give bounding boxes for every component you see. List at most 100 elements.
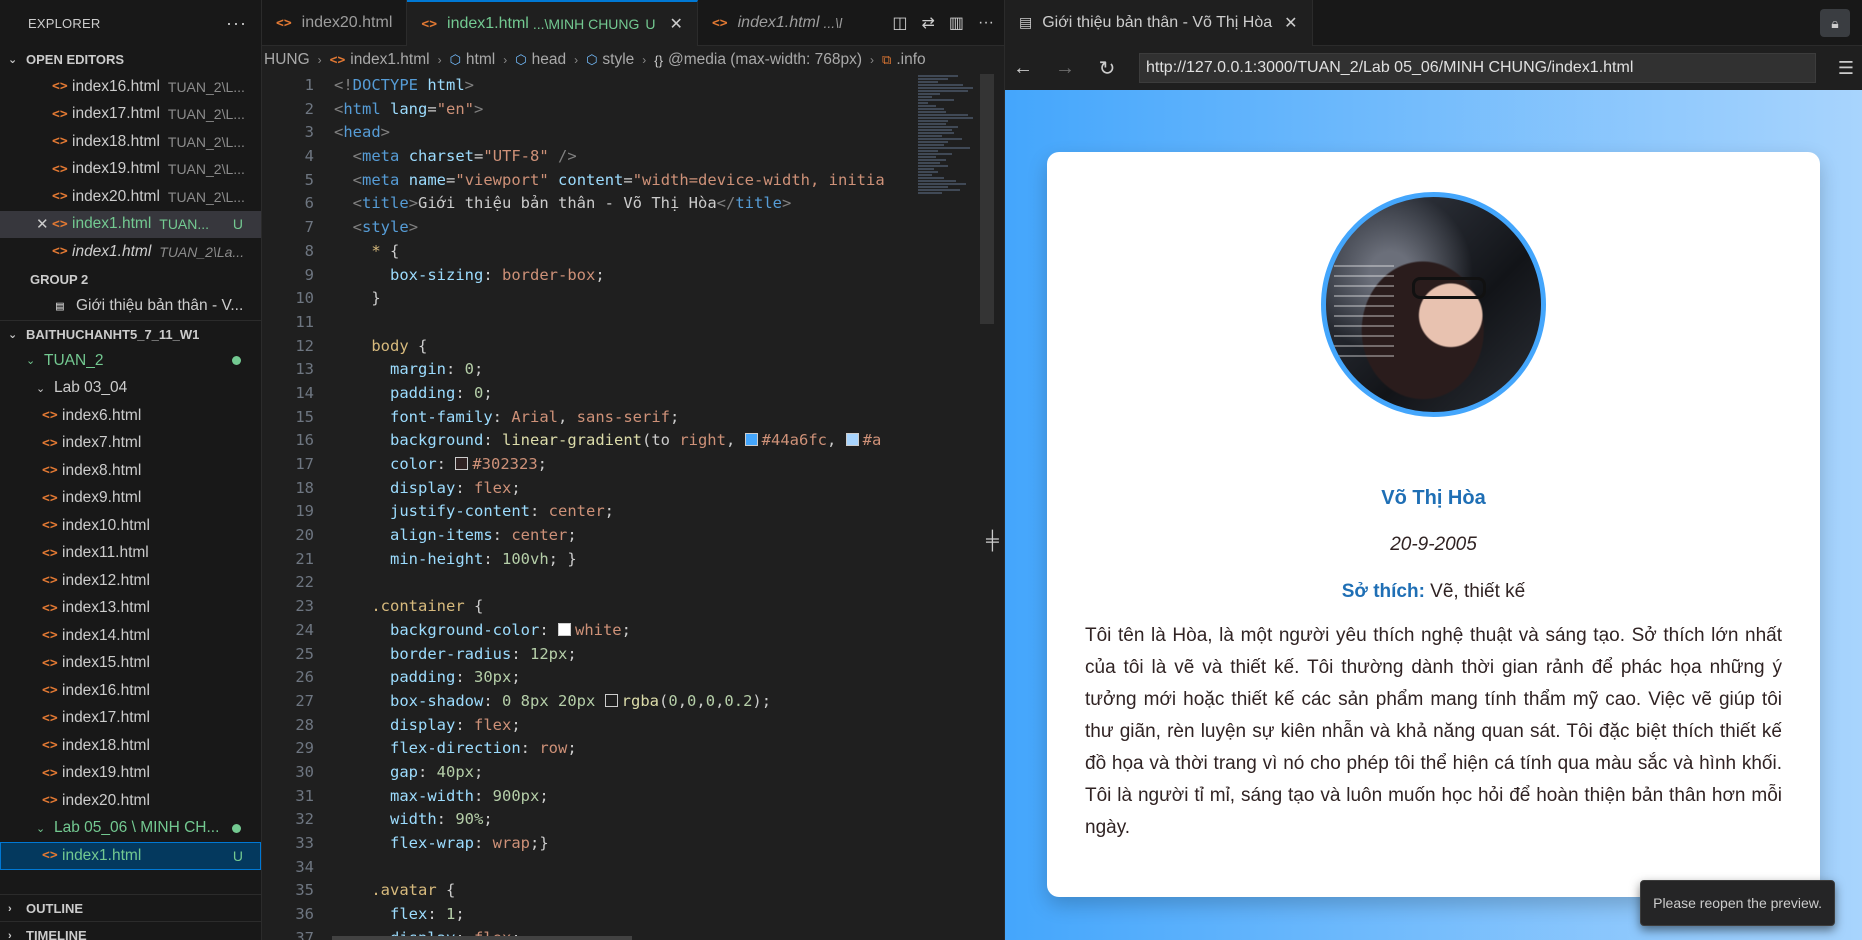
file-name: index1.html	[72, 242, 152, 260]
breadcrumb-item[interactable]: index1.html	[350, 51, 429, 69]
file-name: index18.html	[72, 132, 160, 150]
tab-index1[interactable]: <> index1.html ...\l	[698, 0, 856, 46]
open-editor-item-active[interactable]: ✕ <> index1.html TUAN... U	[0, 210, 261, 238]
breadcrumb-item[interactable]: style	[602, 51, 634, 69]
open-editor-item[interactable]: <> index1.html TUAN_2\La...	[0, 238, 261, 266]
folder-tuan2[interactable]: ⌄ TUAN_2	[0, 347, 261, 375]
breadcrumb-item[interactable]: @media (max-width: 768px)	[668, 51, 862, 69]
line-number: 28	[295, 715, 314, 734]
html-file-icon: <>	[52, 79, 68, 95]
line-number: 16	[295, 431, 314, 450]
file-item-selected[interactable]: <> index1.html U	[0, 842, 261, 870]
more-actions-icon[interactable]: ···	[978, 14, 994, 32]
open-preview-icon[interactable]: ◫	[892, 13, 907, 33]
html-file-icon: <>	[52, 161, 68, 177]
tab-index20[interactable]: <> index20.html	[262, 0, 408, 46]
file-name: index8.html	[62, 461, 142, 479]
file-item[interactable]: <> index6.html	[0, 402, 261, 430]
lock-icon[interactable]: 🔒︎	[1820, 9, 1850, 37]
folder-name: Lab 05_06 \ MINH CH...	[54, 819, 220, 837]
file-item[interactable]: <> index17.html	[0, 705, 261, 733]
html-file-icon: <>	[52, 106, 68, 122]
url-text: http://127.0.0.1:3000/TUAN_2/Lab 05_06/M…	[1146, 59, 1634, 76]
reload-icon[interactable]: ↻	[1097, 56, 1117, 81]
untracked-badge: U	[232, 847, 243, 864]
open-editor-item[interactable]: <> index20.html TUAN_2\L...	[0, 183, 261, 211]
more-actions-icon[interactable]: ···	[226, 13, 247, 34]
cube-icon: ⬡	[449, 52, 461, 67]
file-item[interactable]: <> index10.html	[0, 512, 261, 540]
file-item[interactable]: <> index19.html	[0, 760, 261, 788]
file-item[interactable]: <> index14.html	[0, 622, 261, 650]
file-path: TUAN_2\L...	[167, 133, 245, 150]
tab-label: index20.html	[301, 14, 393, 31]
html-file-icon: <>	[42, 848, 58, 864]
menu-icon[interactable]: ☰	[1838, 58, 1854, 79]
split-editor-icon[interactable]: ▥	[949, 13, 964, 33]
chevron-right-icon: ›	[642, 53, 647, 67]
line-number: 21	[295, 549, 314, 568]
open-editor-item[interactable]: <> index16.html TUAN_2\L...	[0, 73, 261, 101]
file-item[interactable]: <> index8.html	[0, 457, 261, 485]
line-number: 4	[304, 147, 314, 166]
glasses-shape	[1412, 277, 1486, 299]
tab-preview[interactable]: ▤ Giới thiệu bản thân - Võ Thị Hòa ✕	[1005, 0, 1313, 46]
file-item[interactable]: <> index11.html	[0, 540, 261, 568]
line-number: 2	[304, 99, 314, 118]
code-editor: <> index20.html <> index1.html ...\MINH CHU…	[262, 0, 1004, 940]
breadcrumb-item[interactable]: .info	[896, 51, 925, 69]
open-editor-item[interactable]: <> index18.html TUAN_2\L...	[0, 128, 261, 156]
line-number: 11	[295, 312, 314, 331]
chevron-right-icon: ›	[574, 53, 579, 67]
open-editors-header[interactable]: ⌄ OPEN EDITORS	[0, 46, 261, 73]
vertical-scrollbar[interactable]	[980, 74, 994, 940]
html-file-icon: <>	[42, 655, 58, 671]
compare-icon[interactable]: ⇄	[921, 13, 934, 33]
file-name: index1.html	[72, 215, 152, 233]
breadcrumb-item[interactable]: HUNG	[264, 51, 310, 69]
code-area[interactable]: 1 <!DOCTYPE html> 2 <html lang="en"> 3 <hea…	[262, 74, 918, 940]
open-editor-item[interactable]: <> index17.html TUAN_2\L...	[0, 101, 261, 129]
file-item[interactable]: <> index9.html	[0, 485, 261, 513]
notification-toast[interactable]: Please reopen the preview.	[1640, 880, 1835, 926]
file-item[interactable]: <> index7.html	[0, 430, 261, 458]
folder-lab0506[interactable]: ⌄ Lab 05_06 \ MINH CH...	[0, 815, 261, 843]
workspace-label: BAITHUCHANHT5_7_11_W1	[26, 326, 200, 342]
tab-index1-active[interactable]: <> index1.html ...\MINH CHUNG U ✕	[407, 0, 698, 46]
line-number: 12	[295, 336, 314, 355]
close-icon[interactable]: ✕	[1284, 13, 1297, 33]
close-icon[interactable]: ✕	[36, 215, 49, 233]
breadcrumb-item[interactable]: html	[466, 51, 495, 69]
file-item[interactable]: <> index20.html	[0, 787, 261, 815]
line-number: 37	[295, 928, 314, 940]
file-item[interactable]: <> index15.html	[0, 650, 261, 678]
chevron-right-icon: ›	[317, 53, 322, 67]
open-editor-item[interactable]: <> index19.html TUAN_2\L...	[0, 156, 261, 184]
line-number: 23	[295, 597, 314, 616]
file-item[interactable]: <> index18.html	[0, 732, 261, 760]
scrollbar-thumb[interactable]	[980, 74, 994, 324]
line-number: 14	[295, 383, 314, 402]
url-input[interactable]: http://127.0.0.1:3000/TUAN_2/Lab 05_06/M…	[1139, 53, 1816, 83]
folder-lab0304[interactable]: ⌄ Lab 03_04	[0, 375, 261, 403]
minimap[interactable]	[918, 74, 976, 274]
timeline-section[interactable]: › TIMELINE	[0, 921, 261, 940]
file-item[interactable]: <> index13.html	[0, 595, 261, 623]
horizontal-scrollbar[interactable]	[332, 936, 632, 940]
outline-section[interactable]: › OUTLINE	[0, 894, 261, 922]
file-item[interactable]: <> index12.html	[0, 567, 261, 595]
profile-hobby: Sở thích: Vẽ, thiết kế	[1047, 581, 1820, 603]
split-sash-icon[interactable]: ╪	[986, 530, 999, 551]
group2-preview-item[interactable]: ▤ Giới thiệu bản thân - V...	[0, 293, 261, 321]
editor-tabs: <> index20.html <> index1.html ...\MINH CHU…	[262, 0, 1004, 46]
file-name: index10.html	[62, 516, 150, 534]
line-number: 36	[295, 905, 314, 924]
file-item[interactable]: <> index16.html	[0, 677, 261, 705]
close-icon[interactable]: ✕	[670, 14, 683, 34]
breadcrumb-item[interactable]: head	[532, 51, 566, 69]
forward-arrow-icon[interactable]: →	[1055, 57, 1075, 80]
line-number: 5	[304, 170, 314, 189]
back-arrow-icon[interactable]: ←	[1013, 57, 1033, 80]
line-number: 32	[295, 810, 314, 829]
workspace-header[interactable]: ⌄ BAITHUCHANHT5_7_11_W1	[0, 320, 261, 347]
